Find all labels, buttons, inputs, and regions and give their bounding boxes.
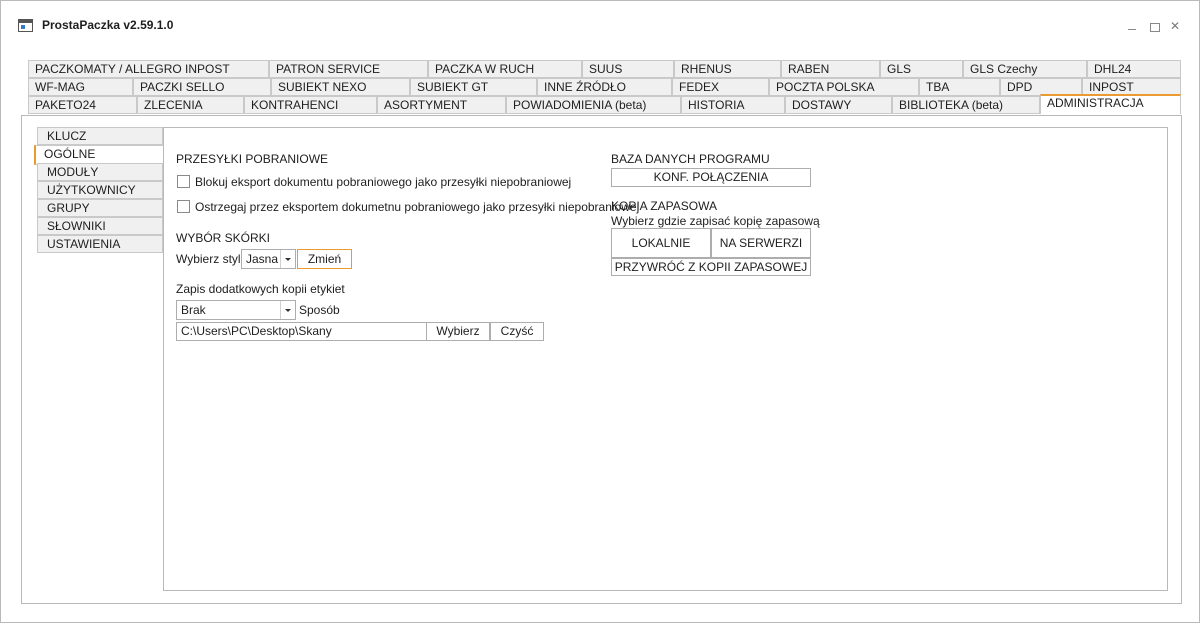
- title-bar: ProstaPaczka v2.59.1.0 ✕: [1, 1, 1199, 47]
- block-export-checkbox[interactable]: [177, 175, 190, 188]
- warn-export-label: Ostrzegaj przez eksportem dokumetnu pobr…: [195, 200, 640, 214]
- app-window-icon: [18, 19, 33, 32]
- choose-path-button[interactable]: Wybierz: [426, 322, 490, 341]
- restore-backup-button[interactable]: PRZYWRÓĆ Z KOPII ZAPASOWEJ: [611, 258, 811, 276]
- skin-selected-value: Jasna: [246, 252, 279, 266]
- backup-subheading: Wybierz gdzie zapisać kopię zapasową: [611, 214, 820, 228]
- tab-subiekt-gt[interactable]: SUBIEKT GT: [410, 78, 537, 96]
- tab-patron-service[interactable]: PATRON SERVICE: [269, 60, 428, 78]
- change-skin-button[interactable]: Zmień: [297, 249, 352, 269]
- copy-method-select[interactable]: Brak: [176, 300, 296, 320]
- sidebar-item-ustawienia[interactable]: USTAWIENIA: [37, 235, 163, 253]
- connection-config-button[interactable]: KONF. POŁĄCZENIA: [611, 168, 811, 187]
- tab-fedex[interactable]: FEDEX: [672, 78, 769, 96]
- sidebar-item-ogolne[interactable]: OGÓLNE: [34, 145, 164, 165]
- tab-kontrahenci[interactable]: KONTRAHENCI: [244, 96, 377, 114]
- tab-powiadomienia[interactable]: POWIADOMIENIA (beta): [506, 96, 681, 114]
- tab-administracja[interactable]: ADMINISTRACJA: [1040, 94, 1181, 114]
- tab-paketo24[interactable]: PAKETO24: [28, 96, 137, 114]
- warn-export-checkbox[interactable]: [177, 200, 190, 213]
- window-title: ProstaPaczka v2.59.1.0: [42, 18, 174, 32]
- clear-path-button[interactable]: Czyść: [490, 322, 544, 341]
- tab-historia[interactable]: HISTORIA: [681, 96, 785, 114]
- block-export-label: Blokuj eksport dokumentu pobraniowego ja…: [195, 175, 572, 189]
- close-icon[interactable]: ✕: [1168, 19, 1182, 33]
- tab-gls-czechy[interactable]: GLS Czechy: [963, 60, 1087, 78]
- sidebar-item-moduly[interactable]: MODUŁY: [37, 163, 163, 181]
- skin-select[interactable]: Jasna: [241, 249, 296, 269]
- database-heading: BAZA DANYCH PROGRAMU: [611, 152, 770, 166]
- tab-asortyment[interactable]: ASORTYMENT: [377, 96, 506, 114]
- skin-heading: WYBÓR SKÓRKI: [176, 231, 271, 245]
- backup-heading: KOPIA ZAPASOWA: [611, 199, 718, 213]
- tab-dhl24[interactable]: DHL24: [1087, 60, 1181, 78]
- tab-paczkomaty[interactable]: PACZKOMATY / ALLEGRO INPOST: [28, 60, 269, 78]
- maximize-icon[interactable]: [1148, 19, 1162, 33]
- copy-path-input[interactable]: C:\Users\PC\Desktop\Skany: [176, 322, 427, 341]
- tab-gls[interactable]: GLS: [880, 60, 963, 78]
- tab-paczki-sello[interactable]: PACZKI SELLO: [133, 78, 271, 96]
- tab-raben[interactable]: RABEN: [781, 60, 880, 78]
- labels-copy-heading: Zapis dodatkowych kopii etykiet: [176, 282, 345, 296]
- app-window: ProstaPaczka v2.59.1.0 ✕ PACZKOMATY / AL…: [0, 0, 1200, 623]
- chevron-down-icon: [280, 250, 295, 268]
- server-backup-button[interactable]: NA SERWERZI: [711, 228, 811, 258]
- sidebar-item-klucz[interactable]: KLUCZ: [37, 127, 163, 145]
- tab-biblioteka[interactable]: BIBLIOTEKA (beta): [892, 96, 1040, 114]
- tab-poczta-polska[interactable]: POCZTA POLSKA: [769, 78, 919, 96]
- sidebar-item-slowniki[interactable]: SŁOWNIKI: [37, 217, 163, 235]
- tab-dostawy[interactable]: DOSTAWY: [785, 96, 892, 114]
- tab-rhenus[interactable]: RHENUS: [674, 60, 781, 78]
- chevron-down-icon: [280, 301, 295, 319]
- copy-method-label: Sposób: [299, 303, 340, 317]
- tab-paczka-w-ruch[interactable]: PACZKA W RUCH: [428, 60, 582, 78]
- copy-method-selected-value: Brak: [181, 303, 206, 317]
- tab-wf-mag[interactable]: WF-MAG: [28, 78, 133, 96]
- minimize-icon[interactable]: [1126, 19, 1140, 33]
- cod-heading: PRZESYŁKI POBRANIOWE: [176, 152, 329, 166]
- tab-inne-zrodlo[interactable]: INNE ŹRÓDŁO: [537, 78, 672, 96]
- skin-choose-label: Wybierz styl:: [176, 252, 244, 266]
- tab-tba[interactable]: TBA: [919, 78, 1000, 96]
- tab-subiekt-nexo[interactable]: SUBIEKT NEXO: [271, 78, 410, 96]
- local-backup-button[interactable]: LOKALNIE: [611, 228, 711, 258]
- tab-zlecenia[interactable]: ZLECENIA: [137, 96, 244, 114]
- tab-suus[interactable]: SUUS: [582, 60, 674, 78]
- sidebar-item-uzytkownicy[interactable]: UŻYTKOWNICY: [37, 181, 163, 199]
- settings-panel: [163, 127, 1168, 591]
- sidebar-item-grupy-uprawnien[interactable]: GRUPY UPRAWNIEŃ: [37, 199, 163, 231]
